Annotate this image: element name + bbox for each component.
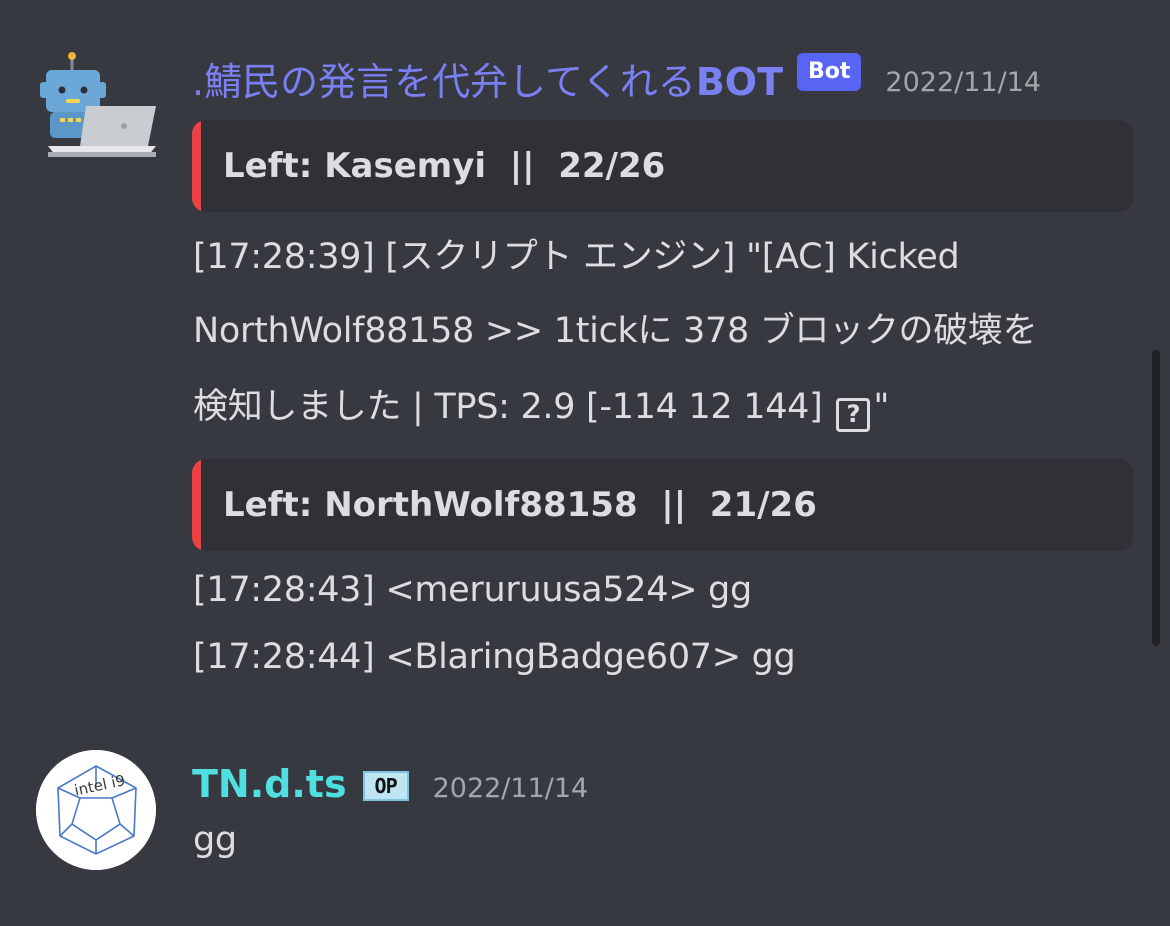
user-avatar[interactable]: intel i9 — [36, 750, 156, 870]
message-text-segment: " — [873, 387, 890, 427]
embed-color-bar — [192, 459, 201, 551]
chat-messages: .鯖民の発言を代弁してくれるBOT Bot 2022/11/14 Left: K… — [0, 0, 1170, 926]
bot-username[interactable]: .鯖民の発言を代弁してくれるBOT — [192, 51, 783, 106]
embed-left-notice: Left: Kasemyi || 22/26 — [192, 120, 1133, 212]
user-message-header: TN.d.ts OP 2022/11/14 — [192, 758, 588, 810]
bot-username-prefix: .鯖民の発言を代弁してくれる — [192, 59, 696, 104]
message-text-segment: 検知しました | TPS: 2.9 [-114 12 144] — [193, 387, 834, 427]
unknown-character-icon: ? — [836, 398, 871, 432]
user-username[interactable]: TN.d.ts — [192, 762, 347, 806]
message-text-line: 検知しました | TPS: 2.9 [-114 12 144] ? " — [193, 378, 889, 432]
bot-tag-badge: Bot — [797, 53, 862, 91]
robot-laptop-icon — [40, 52, 156, 157]
embed-title: Left: NorthWolf88158 || 21/26 — [223, 485, 817, 525]
embed-left-notice: Left: NorthWolf88158 || 21/26 — [192, 459, 1133, 551]
op-badge-label: OP — [374, 774, 398, 798]
dodecahedron-sketch-icon: intel i9 — [36, 750, 156, 870]
message-timestamp: 2022/11/14 — [885, 66, 1042, 98]
bot-username-suffix: BOT — [695, 59, 784, 104]
message-timestamp: 2022/11/14 — [432, 772, 589, 804]
message-text-line: gg — [193, 820, 237, 860]
message-text-line: [17:28:43] <meruruusa524> gg — [193, 570, 752, 610]
op-badge-icon: OP — [362, 771, 409, 801]
embed-color-bar — [192, 120, 201, 212]
message-text-line: [17:28:39] [スクリプト エンジン] "[AC] Kicked — [193, 237, 960, 277]
scrollbar-thumb[interactable] — [1152, 350, 1160, 646]
message-text-line: NorthWolf88158 >> 1tickに 378 ブロックの破壊を — [193, 311, 1038, 351]
bot-avatar[interactable] — [36, 48, 156, 168]
bot-message-header: .鯖民の発言を代弁してくれるBOT Bot 2022/11/14 — [192, 50, 1041, 106]
embed-title: Left: Kasemyi || 22/26 — [223, 146, 666, 186]
message-text-line: [17:28:44] <BlaringBadge607> gg — [193, 637, 796, 677]
